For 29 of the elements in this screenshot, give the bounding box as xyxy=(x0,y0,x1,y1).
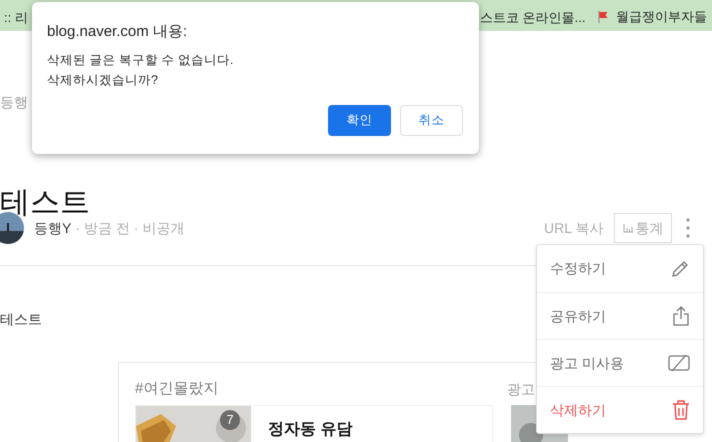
item-title: 정자동 유담 xyxy=(268,420,352,440)
dialog-message: 삭제된 글은 복구할 수 없습니다. xyxy=(47,52,234,69)
dialog-message: 삭제하시겠습니까? xyxy=(47,72,158,89)
dialog-button[interactable]: 확인 xyxy=(328,105,391,136)
menu-item[interactable]: 광고 미사용 xyxy=(537,339,703,386)
pencil-icon xyxy=(670,258,690,278)
post-title: 테스트 xyxy=(0,188,90,218)
trash-icon xyxy=(672,400,690,420)
dialog-title: blog.naver.com 내용: xyxy=(47,22,188,42)
post-body: 테스트 xyxy=(0,310,42,329)
ad-off-icon xyxy=(668,354,690,372)
bookmark[interactable]: 스트코 온라인몰... xyxy=(480,8,586,28)
dialog-button[interactable]: 취소 xyxy=(400,105,463,136)
ad-label: 광고 xyxy=(507,380,535,399)
post-time: · 방금 전 xyxy=(75,218,130,238)
menu-item[interactable]: 수정하기 xyxy=(537,245,703,292)
menu-item[interactable]: 삭제하기 xyxy=(537,386,703,433)
bookmark[interactable]: 월급쟁이부자들 xyxy=(596,7,707,26)
more-icon[interactable] xyxy=(686,218,690,238)
visibility-label: · 비공개 xyxy=(134,218,184,238)
category-label: 등행 xyxy=(0,93,28,112)
share-icon xyxy=(672,305,690,327)
recommendation-item[interactable]: 7 정자동 유담 xyxy=(135,405,493,442)
chart-icon xyxy=(622,224,632,232)
flag-icon xyxy=(596,10,610,24)
tag-label[interactable]: #여긴몰랐지 xyxy=(135,378,218,400)
menu-item[interactable]: 공유하기 xyxy=(537,292,703,339)
author-name[interactable]: 등행Y xyxy=(34,218,72,238)
bookmark[interactable]: :: 리 xyxy=(4,8,28,28)
